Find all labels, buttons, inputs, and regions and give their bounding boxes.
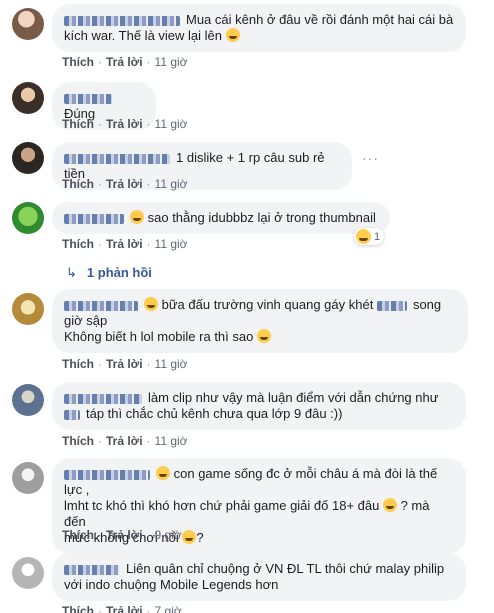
reply-link[interactable]: Trả lời — [106, 117, 143, 131]
like-link[interactable]: Thích — [62, 177, 94, 191]
comment-text: táp thì chắc chủ kênh chưa qua lớp 9 đâu… — [86, 406, 343, 421]
commenter-name[interactable] — [64, 564, 120, 575]
avatar[interactable] — [12, 82, 44, 114]
comment-actions: Thích · Trả lời · 11 giờ — [62, 117, 188, 131]
comment-text: song — [412, 297, 442, 312]
comment-actions: Thích · Trả lời · 9 giờ — [62, 528, 182, 542]
comment-text: sao thằng idubbbz lại ở trong thumbnail — [147, 210, 376, 225]
commenter-name[interactable] — [64, 15, 180, 26]
reply-link[interactable]: Trả lời — [106, 434, 143, 448]
timestamp[interactable]: 11 giờ — [155, 55, 188, 69]
like-link[interactable]: Thích — [62, 604, 94, 613]
timestamp[interactable]: 11 giờ — [155, 177, 188, 191]
grin-emoji-icon — [182, 530, 197, 544]
replies-count[interactable]: 1 phản hồi — [87, 265, 152, 280]
avatar[interactable] — [12, 142, 44, 174]
timestamp[interactable]: 11 giờ — [155, 434, 188, 448]
pacman-emoji-icon — [156, 466, 170, 480]
like-link[interactable]: Thích — [62, 117, 94, 131]
commenter-name[interactable] — [64, 153, 170, 164]
like-link[interactable]: Thích — [62, 434, 94, 448]
pacman-emoji-icon — [144, 297, 158, 311]
comment-actions: Thích · Trả lời · 7 giờ — [62, 604, 182, 613]
comment-text: Mua cái kênh ở đâu về rồi đánh một hai c… — [186, 12, 454, 27]
reply-link[interactable]: Trả lời — [106, 177, 143, 191]
commenter-name[interactable] — [64, 469, 150, 480]
commenter-name[interactable] — [64, 93, 112, 104]
comment-text: ? — [196, 530, 204, 545]
comment-bubble: làm clip như vậy mà luận điểm với dẫn ch… — [52, 382, 466, 430]
grin-emoji-icon — [382, 498, 397, 512]
timestamp[interactable]: 7 giờ — [155, 604, 182, 613]
comment-actions: Thích · Trả lời · 11 giờ — [62, 237, 188, 251]
comment-actions: Thích · Trả lời · 11 giờ — [62, 55, 188, 69]
timestamp[interactable]: 11 giờ — [155, 357, 188, 371]
like-link[interactable]: Thích — [62, 237, 94, 251]
comment-text: làm clip như vậy mà luận điểm với dẫn ch… — [148, 390, 439, 405]
reaction-count: 1 — [374, 230, 381, 243]
reaction-summary[interactable]: 1 — [354, 228, 385, 245]
comment-actions: Thích · Trả lời · 11 giờ — [62, 434, 188, 448]
avatar[interactable] — [12, 293, 44, 325]
like-link[interactable]: Thích — [62, 357, 94, 371]
comment-text: với indo chuộng Mobile Legends hơn — [64, 577, 279, 592]
commenter-name[interactable] — [64, 213, 124, 224]
avatar[interactable] — [12, 202, 44, 234]
commenter-name[interactable] — [64, 393, 142, 404]
comment-bubble: Mua cái kênh ở đâu về rồi đánh một hai c… — [52, 4, 466, 52]
comment-bubble: bữa đấu trường vinh quang gáy khét song … — [52, 289, 468, 353]
timestamp[interactable]: 11 giờ — [155, 237, 188, 251]
comment-text: Liên quân chỉ chuộng ở VN ĐL TL thôi chứ… — [126, 561, 445, 576]
comment-bubble: sao thằng idubbbz lại ở trong thumbnail — [52, 202, 390, 234]
reply-link[interactable]: Trả lời — [106, 237, 143, 251]
comment-bubble: Liên quân chỉ chuộng ở VN ĐL TL thôi chứ… — [52, 553, 466, 601]
comment-text: kích war. Thế là view lại lên — [64, 28, 222, 43]
avatar[interactable] — [12, 462, 44, 494]
comment-text: lmht tc khó thì khó hơn chứ phải game gi… — [64, 498, 380, 513]
thinking-emoji-icon — [130, 210, 144, 224]
comment-actions: Thích · Trả lời · 11 giờ — [62, 357, 188, 371]
timestamp[interactable]: 11 giờ — [155, 117, 188, 131]
reply-link[interactable]: Trả lời — [106, 604, 143, 613]
censored-word — [64, 409, 80, 420]
comment-text: Không biết h lol mobile ra thì sao — [64, 329, 254, 344]
like-link[interactable]: Thích — [62, 528, 94, 542]
avatar[interactable] — [12, 557, 44, 589]
comment-text: bữa đấu trường vinh quang gáy khét — [161, 297, 374, 312]
view-replies-link[interactable]: ↳ 1 phản hồi — [66, 265, 152, 281]
avatar[interactable] — [12, 8, 44, 40]
avatar[interactable] — [12, 384, 44, 416]
like-link[interactable]: Thích — [62, 55, 94, 69]
comment-actions: Thích · Trả lời · 11 giờ — [62, 177, 188, 191]
pacman-emoji-icon — [256, 329, 271, 343]
haha-reaction-icon — [356, 229, 371, 244]
reply-link[interactable]: Trả lời — [106, 357, 143, 371]
reply-link[interactable]: Trả lời — [106, 528, 143, 542]
commenter-name[interactable] — [64, 300, 138, 311]
more-options-icon[interactable]: ··· — [362, 150, 379, 166]
censored-word — [376, 300, 407, 311]
reply-link[interactable]: Trả lời — [106, 55, 143, 69]
reply-arrow-icon: ↳ — [66, 265, 77, 280]
timestamp[interactable]: 9 giờ — [155, 528, 182, 542]
grin-sweat-emoji-icon — [225, 28, 240, 42]
comment-text: giờ sập — [64, 313, 108, 328]
